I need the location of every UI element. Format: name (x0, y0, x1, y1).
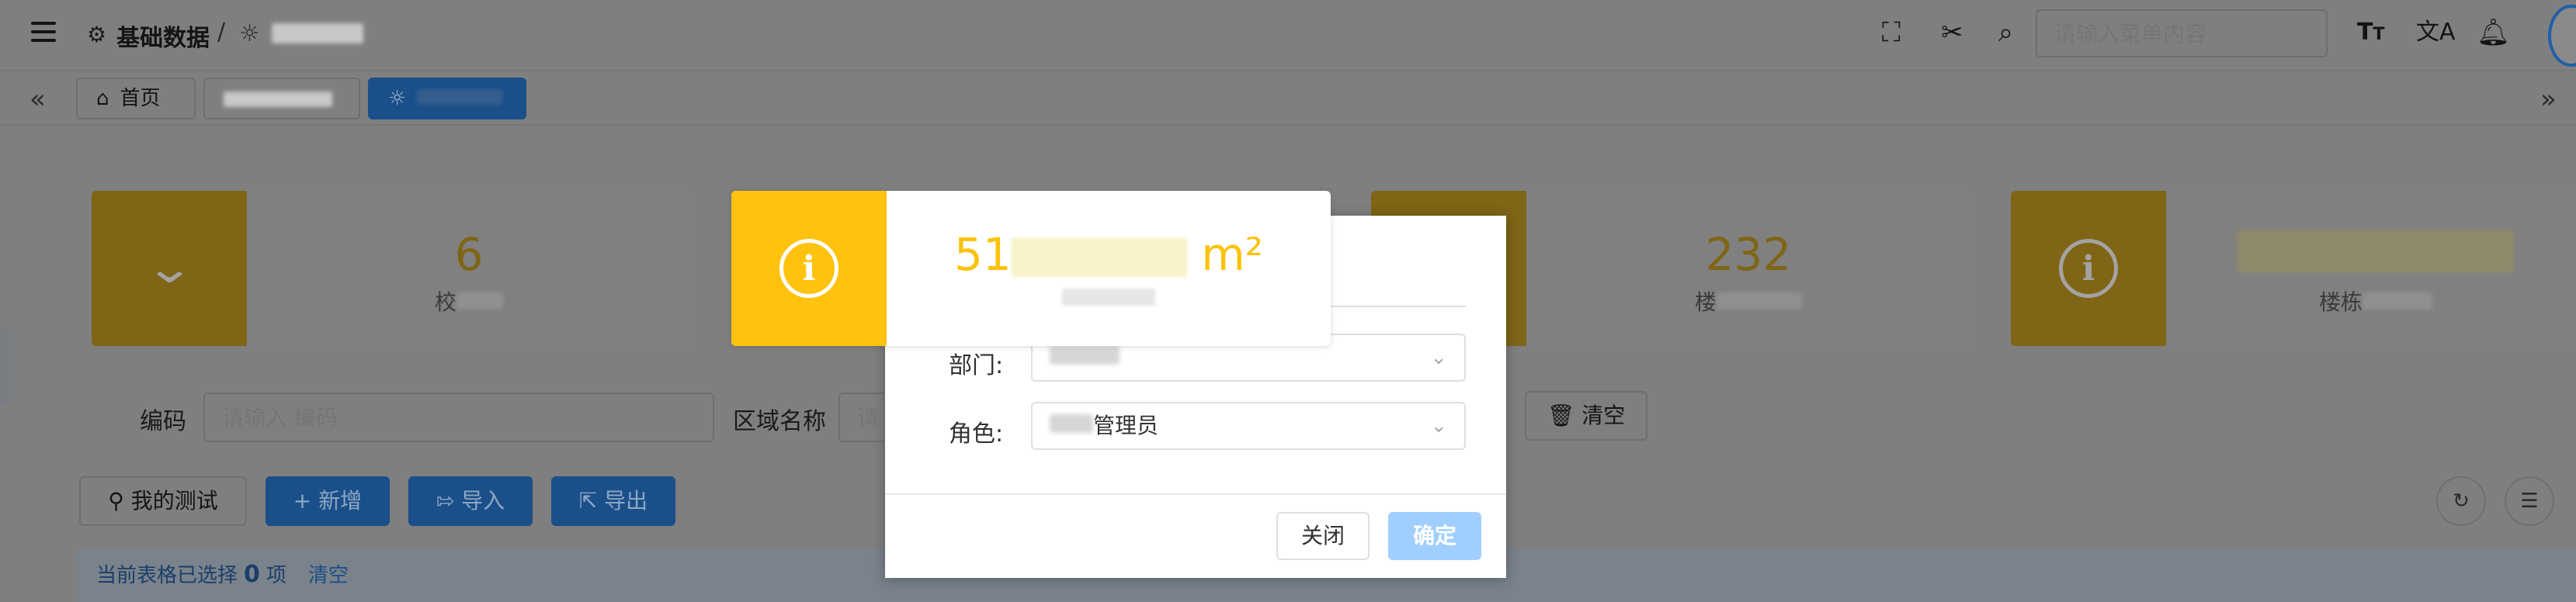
stat-card-4-icon-box: i (2011, 191, 2166, 346)
code-label: 编码 (140, 408, 186, 435)
font-size-icon[interactable]: TT (2357, 17, 2384, 50)
clear-cache-broom-icon[interactable]: ✂ (1941, 17, 1963, 48)
breadcrumb-root-icon: ⚙ (87, 22, 107, 47)
stat-card-4: i 楼栋 (2011, 191, 2576, 346)
add-button[interactable]: + 新增 (266, 476, 390, 526)
chevron-down-icon: ⌄ (1430, 346, 1447, 369)
stat-card-4-label: 楼栋 (2166, 285, 2576, 317)
tab-redacted-label (224, 92, 332, 107)
breadcrumb-current-redacted (272, 23, 363, 43)
selection-count: 0 (244, 561, 260, 588)
tabs-scroll-left-icon[interactable]: « (30, 84, 46, 115)
menu-toggle-icon[interactable] (31, 22, 56, 45)
plus-icon: + (293, 488, 319, 514)
tabs-bar: « ⌂ 首页 ☼ » (0, 73, 2576, 126)
breadcrumb-separator: / (217, 19, 226, 46)
language-icon[interactable]: 文A (2416, 17, 2456, 48)
tabs-scroll-right-icon[interactable]: » (2540, 84, 2557, 115)
import-icon: ⇰ (436, 488, 462, 514)
my-test-button[interactable]: ⚲ 我的测试 (79, 476, 247, 526)
tab-current-icon: ☼ (388, 87, 407, 110)
stat-card-1-icon-box: ⌄ (92, 191, 247, 346)
column-settings-icon[interactable]: ☰ (2505, 476, 2554, 526)
stat-card-1-label: 校 (247, 285, 691, 317)
refresh-icon[interactable]: ↻ (2436, 476, 2486, 526)
top-header: ⚙ 基础数据 / ☼ ⛶ ✂ ⌕ TT 文A 🔔︎ (0, 0, 2576, 71)
tab-redacted[interactable] (203, 78, 360, 119)
chevron-down-icon[interactable]: ⌄ (144, 247, 195, 290)
tab-current[interactable]: ☼ (368, 78, 526, 119)
location-pin-icon: ⚲ (108, 488, 131, 514)
clear-filter-button[interactable]: 🗑︎ 清空 (1525, 391, 1647, 441)
chevron-down-icon: ⌄ (1430, 414, 1447, 438)
tab-current-label (417, 89, 503, 105)
stat-card-2: i 51 m² (731, 191, 1331, 346)
export-button[interactable]: ⇱ 导出 (551, 476, 675, 526)
stat-card-3-label: 楼 (1526, 285, 1970, 317)
dialog-footer-divider (885, 493, 1506, 495)
dept-label: 部门: (949, 352, 1004, 379)
code-input[interactable] (203, 393, 714, 442)
trash-icon: 🗑︎ (1547, 403, 1582, 428)
import-button[interactable]: ⇰ 导入 (408, 476, 533, 526)
clear-selection-link[interactable]: 清空 (308, 564, 349, 587)
role-label: 角色: (949, 420, 1004, 448)
stat-card-2-icon-box: i (731, 191, 887, 346)
close-button[interactable]: 关闭 (1276, 512, 1370, 560)
stat-card-4-value (2166, 230, 2576, 282)
stat-card-2-value: 51 m² (954, 228, 1263, 281)
role-select[interactable]: 管理员 ⌄ (1031, 402, 1466, 450)
export-icon: ⇱ (578, 488, 605, 514)
breadcrumb-current-icon: ☼ (239, 20, 260, 47)
stat-card-1: ⌄ 6 校 (92, 191, 691, 346)
tab-home[interactable]: ⌂ 首页 (76, 78, 196, 119)
stat-card-2-label (887, 285, 1331, 311)
breadcrumb-root[interactable]: 基础数据 (116, 19, 210, 53)
user-avatar[interactable] (2548, 5, 2576, 67)
info-icon: i (2059, 239, 2118, 298)
fullscreen-icon[interactable]: ⛶ (1882, 17, 1901, 48)
confirm-button[interactable]: 确定 (1388, 512, 1481, 560)
sidebar-edge (0, 326, 14, 403)
stat-card-3-value: 232 (1705, 228, 1792, 281)
home-icon: ⌂ (96, 87, 109, 110)
search-icon[interactable]: ⌕ (1998, 17, 2013, 48)
menu-search-input[interactable] (2036, 9, 2328, 57)
stat-card-1-value: 6 (454, 228, 484, 281)
info-icon: i (779, 239, 838, 298)
notification-bell-icon[interactable]: 🔔︎ (2477, 17, 2510, 48)
area-name-label: 区域名称 (733, 408, 826, 435)
